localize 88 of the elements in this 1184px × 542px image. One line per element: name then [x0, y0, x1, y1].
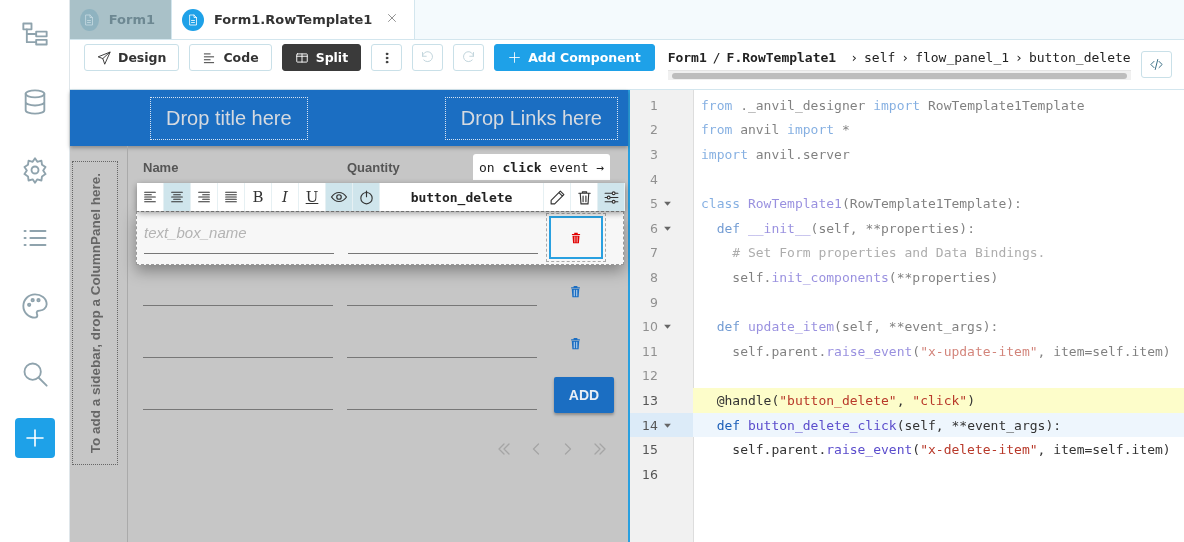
visible-toggle[interactable] — [326, 183, 353, 211]
code-line: def button_delete_click(self, **event_args): — [715, 417, 1062, 433]
line-number: 16 — [641, 466, 658, 482]
paper-plane-icon — [97, 50, 111, 65]
column-header: Name — [143, 160, 179, 175]
code-line: import anvil.server — [701, 147, 850, 162]
fold-caret-icon — [663, 322, 672, 332]
breadcrumb-separator: / — [712, 49, 721, 65]
align-left-button[interactable] — [137, 183, 164, 211]
column-header: Quantity — [347, 160, 400, 175]
line-number: 2 — [649, 122, 658, 138]
scrollbar[interactable] — [667, 70, 1131, 80]
line-number: 7 — [649, 245, 658, 261]
code-line: self.init_components(**properties) — [731, 269, 999, 285]
trash-icon — [569, 230, 583, 245]
power-icon — [357, 188, 375, 206]
line-number: 3 — [649, 147, 658, 162]
breadcrumb-form[interactable]: Form1 — [667, 49, 707, 65]
line-number: 14 — [641, 417, 658, 433]
form-file-icon — [83, 13, 96, 26]
sidebar-hint: To add a sidebar, drop a ColumnPanel here. — [87, 172, 103, 454]
line-number: 9 — [649, 294, 658, 310]
code-line: @handle("button_delete", "click") — [715, 392, 975, 408]
trash-icon — [575, 188, 593, 206]
breadcrumb-separator: › — [901, 49, 910, 65]
code-line: self.parent.raise_event("x-update-item", item=self.item) — [731, 343, 1171, 359]
code-mode-button[interactable]: Code — [189, 44, 272, 71]
undo-icon — [420, 50, 436, 65]
align-justify-icon — [223, 189, 239, 205]
breadcrumb-separator: › — [850, 49, 858, 65]
design-mode-button[interactable]: Design — [84, 44, 180, 71]
fold-caret-icon — [663, 199, 672, 209]
align-right-icon — [196, 189, 212, 205]
code-line: self.parent.raise_event("x-delete-item", item=self.item) — [731, 442, 1171, 458]
align-center-icon — [169, 189, 185, 205]
code-icon — [1149, 57, 1164, 72]
line-number: 10 — [641, 319, 658, 335]
sliders-icon — [602, 188, 620, 206]
breadcrumb-item[interactable]: flow_panel_1 — [915, 49, 1010, 65]
align-justify-button[interactable] — [218, 183, 245, 211]
breadcrumb-item[interactable]: button_delete — [1028, 49, 1131, 65]
edit-button[interactable] — [544, 183, 571, 211]
enabled-toggle[interactable] — [353, 183, 380, 211]
line-number: 15 — [641, 442, 658, 458]
more-button[interactable] — [371, 44, 403, 71]
properties-button[interactable] — [598, 183, 625, 211]
title-drop-zone: Drop title here — [150, 96, 308, 140]
event-link[interactable]: on click event → — [473, 154, 611, 180]
bold-button[interactable]: B — [245, 183, 272, 211]
code-line: class RowTemplate1(RowTemplate1Template): — [701, 196, 1022, 212]
line-number: 1 — [649, 97, 658, 113]
align-right-button[interactable] — [191, 183, 218, 211]
columns-icon — [294, 50, 309, 65]
italic-button[interactable]: I — [272, 183, 299, 211]
lines-icon — [202, 50, 217, 65]
breadcrumb-item[interactable]: self — [864, 49, 896, 65]
breadcrumb-separator: › — [1015, 49, 1023, 65]
align-left-icon — [142, 189, 158, 205]
code-line: def __init__(self, **properties): — [715, 220, 975, 236]
plus-icon — [508, 51, 522, 64]
app-tree-icon — [20, 20, 49, 48]
underline-button[interactable]: U — [299, 183, 326, 211]
links-drop-zone: Drop Links here — [444, 96, 618, 140]
redo-icon — [461, 50, 477, 65]
code-view-button[interactable] — [1141, 51, 1172, 78]
palette-icon — [20, 292, 49, 320]
line-number: 6 — [649, 220, 658, 236]
breadcrumb-form[interactable]: F.RowTemplate1 — [726, 49, 837, 65]
add-button[interactable] — [14, 418, 55, 458]
code-line: def update_item(self, **event_args): — [715, 319, 999, 335]
pencil-icon — [548, 188, 566, 206]
close-icon — [386, 12, 399, 24]
add-button[interactable]: ADD — [554, 377, 614, 413]
code-line: from anvil import * — [701, 122, 850, 138]
line-number: 12 — [641, 368, 658, 384]
line-number: 4 — [649, 171, 658, 187]
line-number: 11 — [641, 343, 658, 359]
line-number: 8 — [649, 269, 658, 285]
align-center-button[interactable] — [164, 183, 191, 211]
split-mode-button[interactable]: Split — [281, 44, 362, 71]
selected-row[interactable]: text_box_name — [136, 211, 624, 265]
name-field[interactable]: text_box_name — [144, 212, 334, 254]
line-number: 5 — [649, 196, 658, 212]
code-line: from ._anvil_designer import RowTemplate1Template — [701, 97, 1085, 113]
form-file-icon — [187, 13, 199, 26]
code-line: # Set Form properties and Data Bindings. — [731, 245, 1046, 261]
editor-tab[interactable]: Form1.RowTemplate1 — [172, 0, 416, 39]
line-number: 13 — [641, 392, 658, 408]
